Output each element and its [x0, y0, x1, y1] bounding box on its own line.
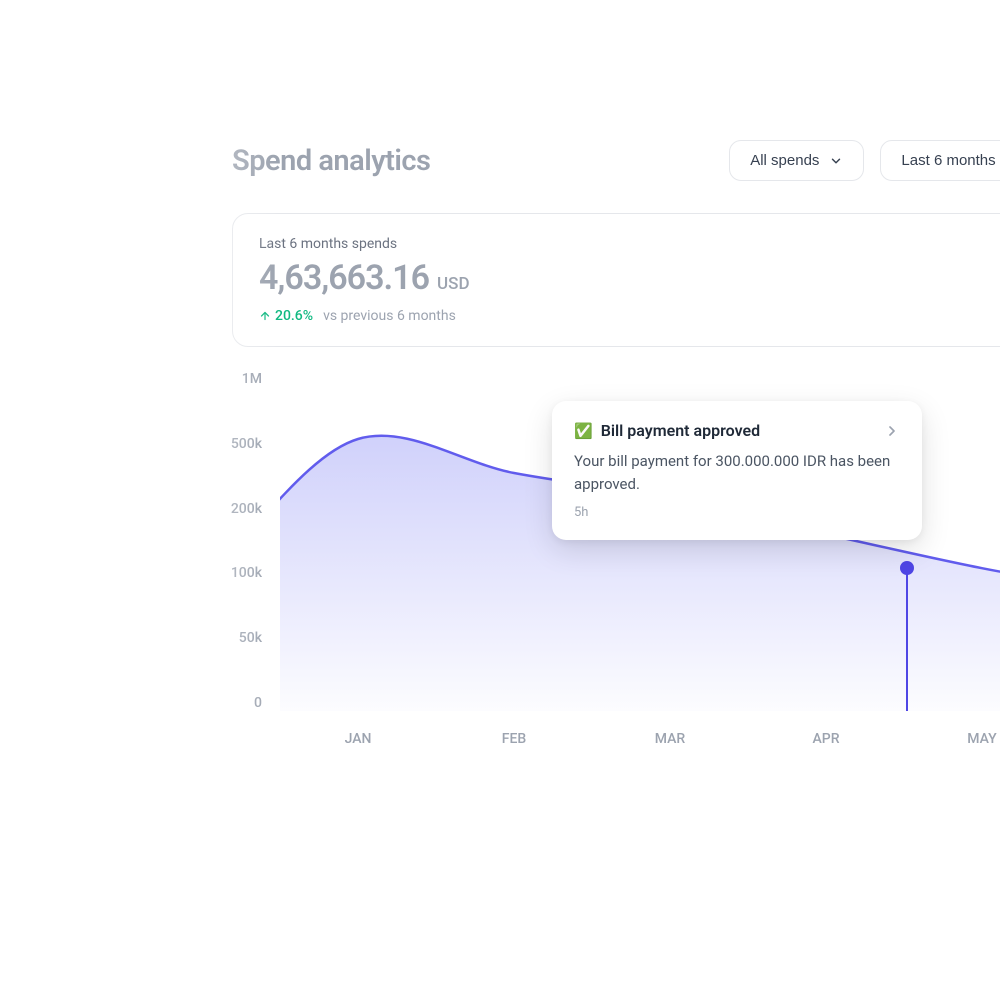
delta-badge: 20.6% — [259, 308, 313, 324]
chevron-down-icon — [829, 154, 843, 168]
delta-compare: vs previous 6 months — [323, 308, 456, 324]
y-tick: 50k — [202, 630, 262, 646]
y-axis: 1M 500k 200k 100k 50k 0 — [202, 371, 262, 711]
x-tick: APR — [748, 731, 904, 747]
filter-bar: All spends Last 6 months Mont — [729, 140, 1000, 181]
notification-tooltip[interactable]: ✅ Bill payment approved Your bill paymen… — [552, 401, 922, 540]
x-axis: JAN FEB MAR APR MAY — [280, 731, 1000, 747]
arrow-up-icon — [259, 310, 271, 322]
tooltip-body: Your bill payment for 300.000.000 IDR ha… — [574, 450, 900, 497]
summary-label: Last 6 months spends — [259, 236, 470, 252]
summary-card: Last 6 months spends 4,63,663.16 USD 20.… — [232, 213, 1000, 347]
y-tick: 0 — [202, 695, 262, 711]
page-title: Spend analytics — [232, 144, 430, 178]
filter-spends[interactable]: All spends — [729, 140, 864, 181]
y-tick: 200k — [202, 501, 262, 517]
y-tick: 500k — [202, 436, 262, 452]
filter-period[interactable]: Last 6 months — [880, 140, 1000, 181]
chart-marker-dot — [900, 561, 914, 575]
summary-amount: 4,63,663.16 — [259, 258, 429, 298]
filter-spends-label: All spends — [750, 152, 819, 169]
summary-currency: USD — [437, 274, 470, 294]
tooltip-time: 5h — [574, 505, 900, 520]
x-tick: MAR — [592, 731, 748, 747]
delta-pct: 20.6% — [275, 308, 313, 324]
x-tick: FEB — [436, 731, 592, 747]
x-tick: MAY — [904, 731, 1000, 747]
check-icon: ✅ — [574, 422, 593, 440]
y-tick: 1M — [202, 371, 262, 387]
tooltip-title: Bill payment approved — [601, 421, 760, 440]
x-tick: JAN — [280, 731, 436, 747]
chart: 1M 500k 200k 100k 50k 0 ✅ Bill paym — [232, 371, 1000, 791]
chevron-right-icon — [884, 423, 900, 439]
chart-marker-line — [906, 567, 908, 711]
filter-period-label: Last 6 months — [901, 152, 995, 169]
y-tick: 100k — [202, 565, 262, 581]
